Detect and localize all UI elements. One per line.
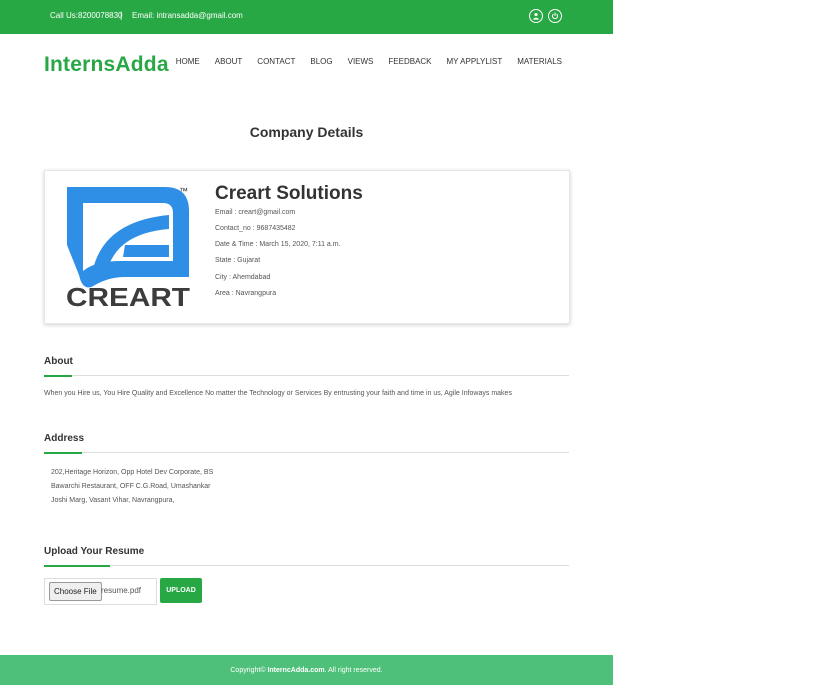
- nav-materials[interactable]: MATERIALS: [517, 57, 562, 66]
- file-input[interactable]: Choose File resume.pdf: [44, 578, 157, 605]
- company-city: City : Ahemdabad: [215, 274, 271, 281]
- address-text: 202,Heritage Horizon, Opp Hotel Dev Corp…: [51, 466, 213, 508]
- top-bar: Call Us:8200078830 | Email: intransadda@…: [0, 0, 613, 34]
- choose-file-button[interactable]: Choose File: [49, 582, 102, 601]
- about-divider: [44, 375, 569, 377]
- email-text: Email: intransadda@gmail.com: [132, 11, 243, 20]
- main-nav: HOME ABOUT CONTACT BLOG VIEWS FEEDBACK M…: [176, 57, 562, 66]
- upload-title: Upload Your Resume: [44, 546, 145, 557]
- address-divider: [44, 452, 569, 454]
- about-text: When you Hire us, You Hire Quality and E…: [44, 390, 512, 397]
- page: Call Us:8200078830 | Email: intransadda@…: [0, 0, 613, 685]
- nav-home[interactable]: HOME: [176, 57, 200, 66]
- logo-tm: ™: [179, 186, 188, 196]
- call-text: Call Us:8200078830: [50, 11, 123, 20]
- nav-feedback[interactable]: FEEDBACK: [388, 57, 431, 66]
- footer-prefix: Copyright©: [230, 666, 266, 674]
- company-email: Email : creart@gmail.com: [215, 209, 296, 216]
- address-line: Joshi Marg, Vasant Vihar, Navrangpura,: [51, 497, 175, 504]
- company-datetime: Date & Time : March 15, 2020, 7:11 a.m.: [215, 241, 341, 248]
- company-card: ™ CREART Creart Solutions Email : creart…: [44, 170, 570, 324]
- footer: Copyright© InterncAdda.com. All right re…: [0, 655, 613, 685]
- company-area: Area : Navrangpura: [215, 290, 277, 297]
- upload-button[interactable]: UPLOAD: [160, 578, 202, 603]
- power-icon[interactable]: [548, 9, 562, 23]
- nav-about[interactable]: ABOUT: [215, 57, 243, 66]
- company-state: State : Gujarat: [215, 257, 261, 264]
- nav-views[interactable]: VIEWS: [348, 57, 374, 66]
- footer-site-link[interactable]: InterncAdda.com: [267, 667, 324, 674]
- brand-logo[interactable]: InternsAdda: [44, 53, 169, 77]
- separator: |: [120, 10, 123, 20]
- page-title: Company Details: [249, 124, 364, 140]
- nav-contact[interactable]: CONTACT: [257, 57, 295, 66]
- about-title: About: [44, 356, 73, 367]
- logo-text: CREART: [66, 282, 190, 309]
- company-name: Creart Solutions: [215, 183, 363, 204]
- selected-file-name: resume.pdf: [101, 586, 142, 595]
- footer-suffix: . All right reserved.: [324, 666, 383, 674]
- address-line: Bawarchi Restaurant, OFF C.G.Road, Umash…: [51, 483, 211, 490]
- address-title: Address: [44, 433, 85, 444]
- upload-divider: [44, 565, 569, 567]
- company-contact: Contact_no : 9687435482: [215, 225, 296, 232]
- nav-my-applylist[interactable]: MY APPLYLIST: [447, 57, 503, 66]
- company-logo: ™ CREART: [66, 186, 190, 309]
- user-icon[interactable]: [529, 9, 543, 23]
- address-line: 202,Heritage Horizon, Opp Hotel Dev Corp…: [51, 469, 214, 476]
- nav-blog[interactable]: BLOG: [310, 57, 332, 66]
